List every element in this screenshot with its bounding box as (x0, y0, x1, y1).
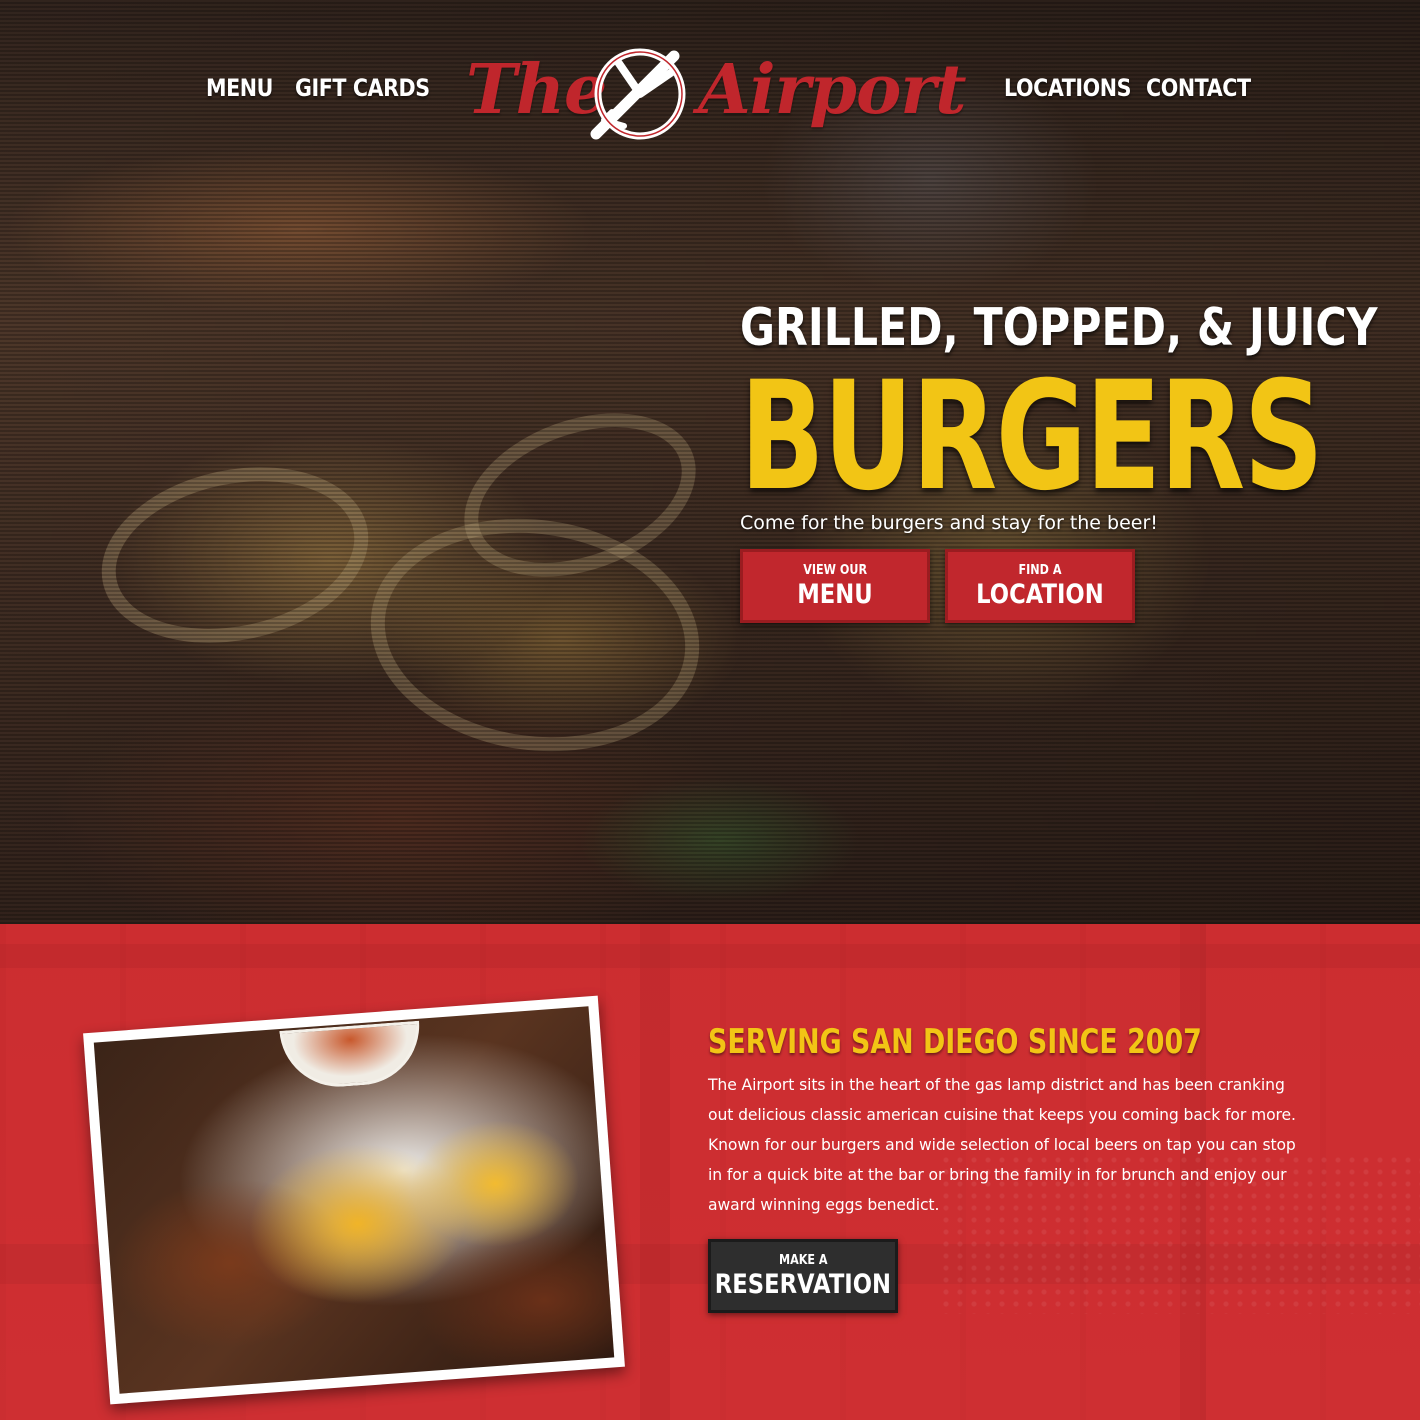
find-location-button-label: LOCATION (976, 579, 1104, 610)
view-menu-button[interactable]: VIEW OUR MENU (740, 549, 930, 623)
logo-word-airport: Airport (698, 50, 967, 130)
airplane-icon (590, 48, 686, 140)
find-location-button-small: FIND A (1018, 563, 1062, 578)
site-logo[interactable]: The Airport (462, 38, 967, 142)
view-menu-button-small: VIEW OUR (803, 563, 867, 578)
eggs-benedict-image (93, 1006, 615, 1394)
find-location-button[interactable]: FIND A LOCATION (945, 549, 1135, 623)
ramekin-shape (279, 1020, 424, 1091)
hero-tagline: GRILLED, TOPPED, & JUICY (740, 298, 1378, 358)
nav-gift-cards-link[interactable]: GIFT CARDS (295, 74, 430, 102)
view-menu-button-label: MENU (797, 579, 873, 610)
nav-locations-link[interactable]: LOCATIONS (1004, 74, 1131, 102)
logo-word-the: The (466, 50, 607, 130)
hero-headline: BURGERS (740, 350, 1324, 524)
nav-contact-link[interactable]: CONTACT (1146, 74, 1251, 102)
eggs-benedict-photo (83, 995, 625, 1405)
about-title: SERVING SAN DIEGO SINCE 2007 (708, 1022, 1202, 1062)
hero-subtext: Come for the burgers and stay for the be… (740, 512, 1158, 534)
nav-menu-link[interactable]: MENU (206, 74, 273, 102)
make-reservation-button-label: RESERVATION (714, 1269, 892, 1300)
about-body-text: The Airport sits in the heart of the gas… (708, 1076, 1296, 1214)
make-reservation-button[interactable]: MAKE A RESERVATION (708, 1239, 898, 1313)
make-reservation-button-small: MAKE A (778, 1253, 828, 1268)
